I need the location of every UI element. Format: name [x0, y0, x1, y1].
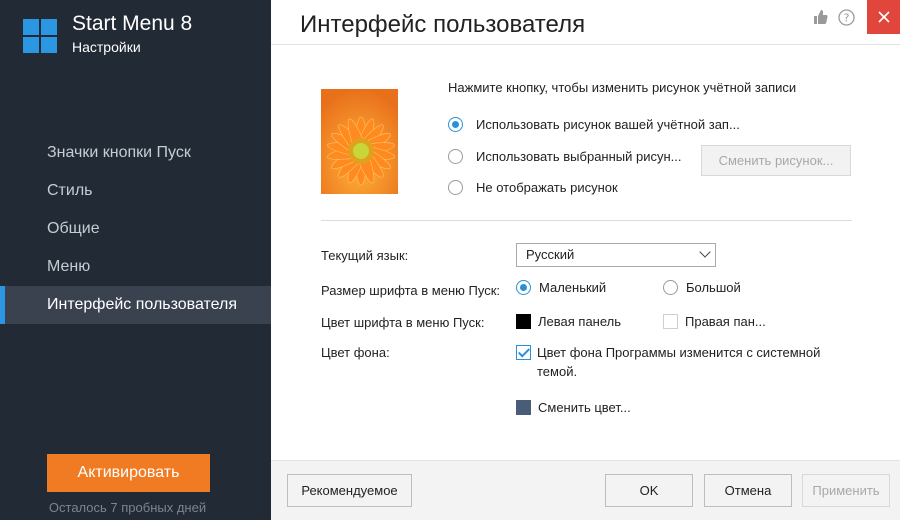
color-swatch[interactable]: [663, 313, 678, 329]
color-swatch[interactable]: [516, 313, 531, 329]
page-title: Интерфейс пользователя: [300, 11, 586, 38]
right-panel-color[interactable]: Правая пан...: [663, 311, 766, 331]
radio-font-large[interactable]: Большой: [663, 277, 741, 297]
close-button[interactable]: [867, 0, 900, 34]
sidebar-item-menu[interactable]: Меню: [0, 248, 271, 286]
help-icon[interactable]: ?: [835, 6, 857, 28]
recommended-button[interactable]: Рекомендуемое: [287, 474, 412, 507]
close-icon: [877, 11, 890, 23]
trial-days-text: Осталось 7 пробных дней: [48, 500, 207, 515]
picture-hint: Нажмите кнопку, чтобы изменить рисунок у…: [448, 80, 797, 95]
section-divider: [321, 220, 852, 221]
radio-label: Большой: [686, 279, 741, 295]
sidebar: Start Menu 8 Настройки Значки кнопки Пус…: [0, 0, 271, 520]
change-color-label: Сменить цвет...: [538, 399, 631, 415]
radio-label: Не отображать рисунок: [476, 179, 618, 195]
account-picture[interactable]: [321, 89, 398, 194]
language-select[interactable]: Русский: [516, 243, 716, 267]
font-color-label: Цвет шрифта в меню Пуск:: [321, 315, 485, 330]
swatch-label: Правая пан...: [685, 313, 766, 329]
change-color-button[interactable]: Сменить цвет...: [516, 397, 631, 417]
language-value: Русский: [526, 247, 575, 262]
left-panel-color[interactable]: Левая панель: [516, 311, 621, 331]
background-checkbox-label: Цвет фона Программы изменится с системно…: [537, 345, 821, 379]
header-divider: [271, 44, 900, 45]
thumbs-up-icon[interactable]: [809, 6, 831, 28]
ok-button[interactable]: OK: [605, 474, 693, 507]
windows-logo-icon: [23, 19, 57, 53]
radio-button[interactable]: [448, 148, 463, 164]
radio-account-picture[interactable]: Использовать рисунок вашей учётной зап..…: [448, 114, 740, 134]
svg-text:?: ?: [843, 11, 849, 24]
apply-button[interactable]: Применить: [802, 474, 890, 507]
radio-label: Использовать рисунок вашей учётной зап..…: [476, 116, 740, 132]
background-checkbox[interactable]: [516, 342, 538, 362]
language-label: Текущий язык:: [321, 248, 409, 263]
app-title: Start Menu 8: [72, 12, 193, 35]
color-swatch[interactable]: [516, 399, 531, 415]
radio-no-picture[interactable]: Не отображать рисунок: [448, 177, 618, 197]
chevron-down-icon: [699, 246, 711, 258]
sidebar-item-user-interface[interactable]: Интерфейс пользователя: [0, 286, 271, 324]
radio-selected-picture[interactable]: Использовать выбранный рисун...: [448, 146, 682, 166]
sidebar-nav: Значки кнопки Пуск Стиль Общие Меню Инте…: [0, 134, 271, 324]
background-label: Цвет фона:: [321, 345, 390, 360]
activate-button[interactable]: Активировать: [47, 454, 210, 492]
radio-button[interactable]: [516, 279, 531, 295]
checkbox[interactable]: [516, 344, 531, 360]
radio-label: Использовать выбранный рисун...: [476, 148, 682, 164]
window-controls: ?: [809, 0, 900, 34]
radio-button[interactable]: [448, 179, 463, 195]
radio-font-small[interactable]: Маленький: [516, 277, 606, 297]
font-size-label: Размер шрифта в меню Пуск:: [321, 283, 500, 298]
radio-button[interactable]: [663, 279, 678, 295]
swatch-label: Левая панель: [538, 313, 622, 329]
radio-button[interactable]: [448, 116, 463, 132]
sidebar-item-style[interactable]: Стиль: [0, 172, 271, 210]
sidebar-item-general[interactable]: Общие: [0, 210, 271, 248]
change-picture-button[interactable]: Сменить рисунок...: [701, 145, 851, 176]
sidebar-item-start-button-icons[interactable]: Значки кнопки Пуск: [0, 134, 271, 172]
radio-label: Маленький: [539, 279, 607, 295]
cancel-button[interactable]: Отмена: [704, 474, 792, 507]
app-subtitle: Настройки: [72, 39, 141, 55]
